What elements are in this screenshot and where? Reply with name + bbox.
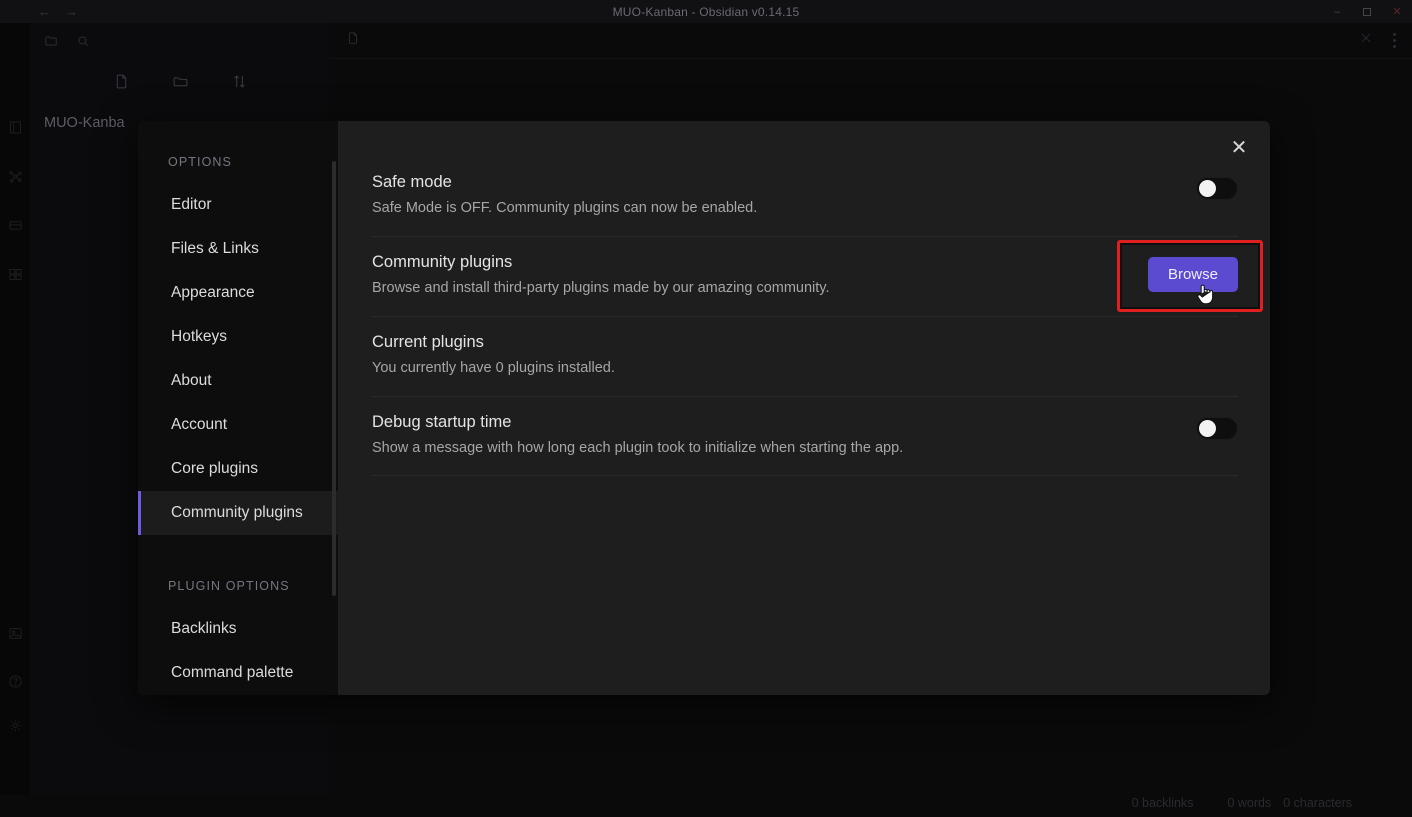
image-icon[interactable] xyxy=(0,611,30,655)
open-vault-icon[interactable] xyxy=(0,105,30,149)
tab-bar xyxy=(330,23,1412,59)
maximize-icon xyxy=(1363,8,1371,16)
dot xyxy=(1393,45,1396,48)
settings-section-heading-plugin-options: PLUGIN OPTIONS xyxy=(138,579,338,593)
setting-description: Browse and install third-party plugins m… xyxy=(372,279,1128,298)
canvas-icon[interactable] xyxy=(0,203,30,247)
file-explorer-header xyxy=(30,23,330,59)
vault-switcher-icon[interactable] xyxy=(40,30,62,52)
templates-icon[interactable] xyxy=(0,252,30,296)
close-settings-icon[interactable]: ✕ xyxy=(1224,133,1254,163)
setting-name: Current plugins xyxy=(372,333,1218,352)
character-count: 0 characters xyxy=(1283,796,1352,810)
setting-text: Debug startup time Show a message with h… xyxy=(372,413,1196,458)
setting-control xyxy=(1196,173,1238,200)
file-explorer-toolbar xyxy=(30,59,330,109)
sort-order-icon[interactable] xyxy=(231,73,248,95)
setting-description: You currently have 0 plugins installed. xyxy=(372,359,1218,378)
dot xyxy=(1393,33,1396,36)
sidebar-item-account[interactable]: Account xyxy=(138,403,338,447)
setting-text: Current plugins You currently have 0 plu… xyxy=(372,333,1238,378)
new-note-icon[interactable] xyxy=(113,73,130,95)
setting-name: Debug startup time xyxy=(372,413,1176,432)
ribbon-bar xyxy=(0,23,30,795)
word-char-counts: 0 words 0 characters xyxy=(1227,796,1352,810)
sidebar-item-community-plugins[interactable]: Community plugins xyxy=(138,491,338,535)
browse-button[interactable]: Browse xyxy=(1148,257,1238,292)
settings-section-heading-options: OPTIONS xyxy=(138,155,338,169)
debug-startup-time-toggle[interactable] xyxy=(1196,417,1238,440)
backlinks-count: 0 backlinks xyxy=(1132,796,1194,810)
setting-row-current-plugins: Current plugins You currently have 0 plu… xyxy=(372,317,1238,397)
setting-control: Browse xyxy=(1148,253,1238,292)
setting-name: Safe mode xyxy=(372,173,1176,192)
status-bar: 0 backlinks 0 words 0 characters xyxy=(0,795,1412,810)
setting-row-community-plugins: Community plugins Browse and install thi… xyxy=(372,237,1238,317)
maximize-button[interactable] xyxy=(1352,0,1382,23)
title-bar: ← → MUO-Kanban - Obsidian v0.14.15 – ✕ xyxy=(0,0,1412,23)
graph-view-icon[interactable] xyxy=(0,154,30,198)
forward-arrow-icon[interactable]: → xyxy=(65,5,78,18)
setting-control xyxy=(1196,413,1238,440)
nav-arrows: ← → xyxy=(38,5,78,18)
tab-actions xyxy=(1359,31,1396,50)
dot xyxy=(1393,39,1396,42)
new-folder-icon[interactable] xyxy=(172,73,189,95)
setting-name: Community plugins xyxy=(372,253,1128,272)
setting-row-safe-mode: Safe mode Safe Mode is OFF. Community pl… xyxy=(372,157,1238,237)
more-options-icon[interactable] xyxy=(1393,33,1396,48)
settings-content: ✕ Safe mode Safe Mode is OFF. Community … xyxy=(338,121,1270,695)
setting-text: Safe mode Safe Mode is OFF. Community pl… xyxy=(372,173,1196,218)
sidebar-item-files-and-links[interactable]: Files & Links xyxy=(138,227,338,271)
sidebar-item-backlinks[interactable]: Backlinks xyxy=(138,607,338,651)
setting-description: Safe Mode is OFF. Community plugins can … xyxy=(372,199,1176,218)
window-controls: – ✕ xyxy=(1322,0,1412,23)
sidebar-item-about[interactable]: About xyxy=(138,359,338,403)
obsidian-window: ← → MUO-Kanban - Obsidian v0.14.15 – ✕ xyxy=(0,0,1412,817)
settings-sidebar: OPTIONS Editor Files & Links Appearance … xyxy=(138,121,338,695)
sidebar-item-core-plugins[interactable]: Core plugins xyxy=(138,447,338,491)
toggle-knob xyxy=(1199,420,1216,437)
window-title: MUO-Kanban - Obsidian v0.14.15 xyxy=(0,5,1412,19)
close-window-button[interactable]: ✕ xyxy=(1382,0,1412,23)
setting-row-debug-startup-time: Debug startup time Show a message with h… xyxy=(372,397,1238,477)
sidebar-item-command-palette[interactable]: Command palette xyxy=(138,651,338,695)
toggle-knob xyxy=(1199,180,1216,197)
sidebar-item-appearance[interactable]: Appearance xyxy=(138,271,338,315)
sidebar-item-hotkeys[interactable]: Hotkeys xyxy=(138,315,338,359)
sidebar-item-editor[interactable]: Editor xyxy=(138,183,338,227)
help-icon[interactable] xyxy=(0,659,30,703)
search-icon[interactable] xyxy=(72,30,94,52)
search-input[interactable] xyxy=(104,30,320,52)
settings-modal: OPTIONS Editor Files & Links Appearance … xyxy=(138,121,1270,695)
back-arrow-icon[interactable]: ← xyxy=(38,5,51,18)
setting-description: Show a message with how long each plugin… xyxy=(372,439,1176,458)
settings-gear-icon[interactable] xyxy=(0,703,30,747)
safe-mode-toggle[interactable] xyxy=(1196,177,1238,200)
word-count: 0 words xyxy=(1227,796,1271,810)
note-tab-icon[interactable] xyxy=(346,30,360,51)
minimize-button[interactable]: – xyxy=(1322,0,1352,23)
settings-sidebar-scrollbar[interactable] xyxy=(332,161,336,596)
close-tab-icon[interactable] xyxy=(1359,31,1373,50)
setting-text: Community plugins Browse and install thi… xyxy=(372,253,1148,298)
